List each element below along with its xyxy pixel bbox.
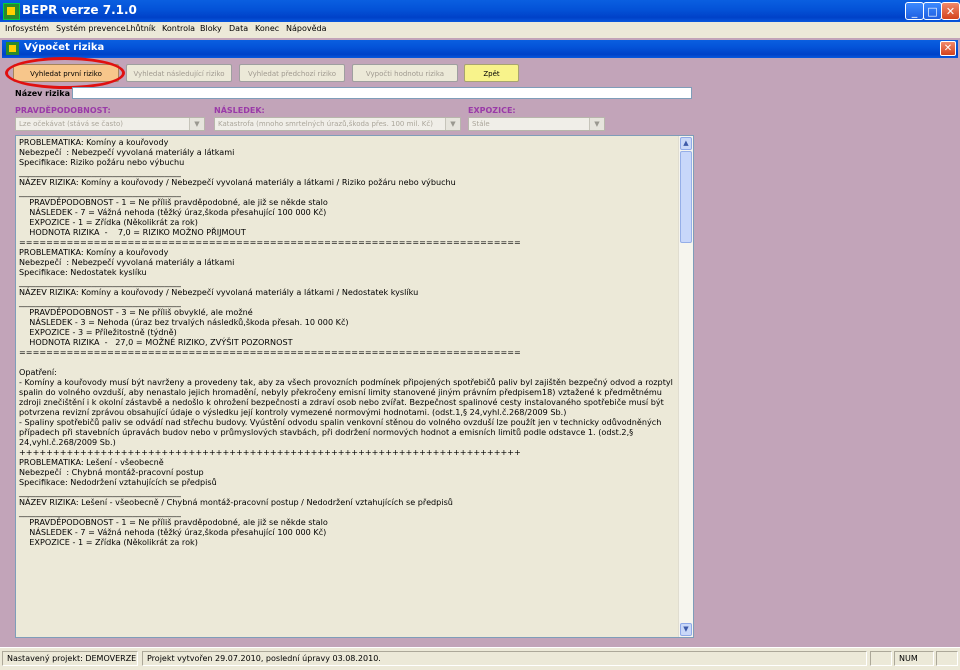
dialog-icon [6,42,19,55]
vertical-scrollbar[interactable]: ▲ ▼ [678,136,693,637]
status-num: NUM [894,651,934,666]
calculate-risk-button[interactable]: Vypočti hodnotu rizika [352,64,458,82]
app-icon [3,3,20,20]
statusbar: Nastavený projekt: DEMOVERZE Projekt vyt… [0,647,960,670]
probability-label: PRAVDĚPODOBNOST: [15,106,111,115]
chevron-down-icon[interactable]: ▼ [445,118,460,130]
status-empty [870,651,892,666]
back-button[interactable]: Zpět [464,64,519,82]
menu-napoveda[interactable]: Nápověda [286,24,327,33]
risk-report-text: PROBLEMATIKA: Komíny a kouřovody Nebezpe… [19,137,673,547]
app-title: BEPR verze 7.1.0 [22,3,137,17]
risk-name-label: Název rizika [15,89,70,98]
consequence-label: NÁSLEDEK: [214,106,265,115]
close-button[interactable]: ✕ [941,2,960,20]
status-created: Projekt vytvořen 29.07.2010, poslední úp… [142,651,867,666]
dialog-close-button[interactable]: ✕ [940,41,956,56]
status-empty-2 [936,651,958,666]
risk-report-textarea[interactable]: PROBLEMATIKA: Komíny a kouřovody Nebezpe… [15,135,694,638]
scroll-thumb[interactable] [680,151,692,243]
menu-bloky[interactable]: Bloky [200,24,222,33]
chevron-down-icon[interactable]: ▼ [589,118,604,130]
find-previous-button[interactable]: Vyhledat předchozí riziko [239,64,345,82]
menu-infosystem[interactable]: Infosystém [5,24,49,33]
consequence-value: Katastrofa (mnoho smrtelných úrazů,škoda… [218,120,433,128]
exposure-label: EXPOZICE: [468,106,516,115]
app-titlebar[interactable]: BEPR verze 7.1.0 _ □ ✕ [0,0,960,22]
find-next-button[interactable]: Vyhledat následující riziko [126,64,232,82]
consequence-select[interactable]: Katastrofa (mnoho smrtelných úrazů,škoda… [214,117,461,131]
menu-kontrola[interactable]: Kontrola [162,24,195,33]
probability-select[interactable]: Lze očekávat (stává se často) ▼ [15,117,205,131]
menu-data[interactable]: Data [229,24,248,33]
probability-value: Lze očekávat (stává se často) [19,120,123,128]
menu-lhutnik[interactable]: Lhůtník [126,24,156,33]
scroll-up-icon[interactable]: ▲ [680,137,692,150]
minimize-button[interactable]: _ [905,2,924,20]
dialog-title: Výpočet rizika [24,42,105,53]
status-project: Nastavený projekt: DEMOVERZE [2,651,138,666]
menu-konec[interactable]: Konec [255,24,279,33]
scroll-down-icon[interactable]: ▼ [680,623,692,636]
exposure-select[interactable]: Stále ▼ [468,117,605,131]
chevron-down-icon[interactable]: ▼ [189,118,204,130]
dialog-titlebar[interactable]: Výpočet rizika ✕ [2,40,958,58]
highlight-circle [5,57,125,89]
risk-name-input[interactable] [72,87,692,99]
exposure-value: Stále [472,120,490,128]
menu-system-prevence[interactable]: Systém prevence [56,24,126,33]
maximize-button[interactable]: □ [923,2,942,20]
menubar: Infosystém Systém prevence Lhůtník Kontr… [0,22,960,38]
